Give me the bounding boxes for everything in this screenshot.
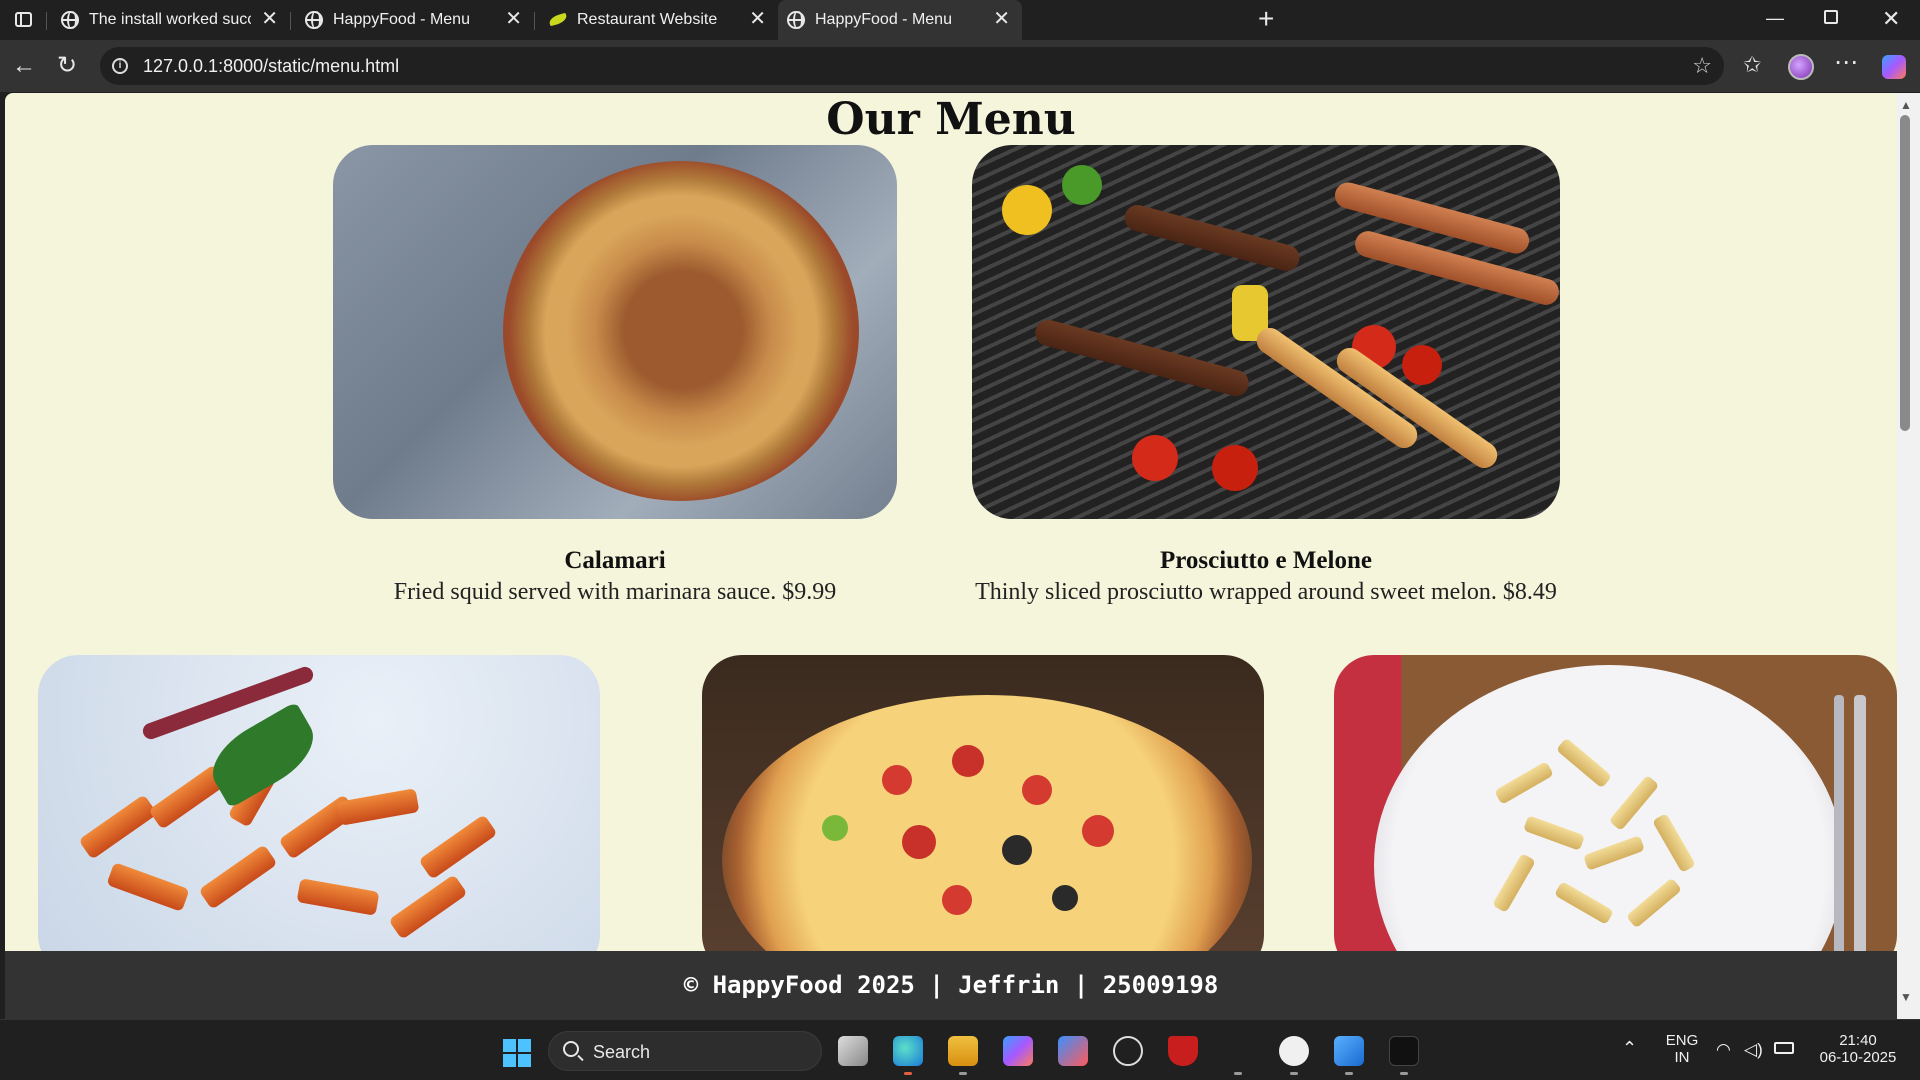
dell-icon[interactable] — [1113, 1036, 1143, 1066]
new-tab-button[interactable]: + — [1258, 4, 1274, 34]
menu-item-name: Calamari — [564, 547, 666, 574]
tab-actions-icon[interactable] — [12, 9, 36, 31]
menu-item-image-3 — [38, 655, 600, 951]
page-footer: © HappyFood 2025 | Jeffrin | 25009198 — [5, 951, 1897, 1019]
close-icon[interactable]: ✕ — [749, 8, 766, 30]
address-bar[interactable]: i 127.0.0.1:8000/static/menu.html ☆ — [100, 47, 1724, 85]
search-icon — [563, 1041, 579, 1057]
mcafee-icon[interactable] — [1168, 1036, 1198, 1066]
navigation-bar: ← ↻ i 127.0.0.1:8000/static/menu.html ☆ … — [0, 40, 1920, 92]
menu-item-description: Fried squid served with marinara sauce. … — [393, 579, 837, 605]
clock-date: 06-10-2025 — [1819, 1049, 1897, 1066]
app-indicator — [1290, 1072, 1298, 1075]
refresh-icon[interactable]: ↻ — [57, 53, 77, 79]
app-indicator — [959, 1072, 967, 1075]
show-hidden-icons-chevron-icon[interactable]: ⌃ — [1622, 1038, 1637, 1059]
volume-icon[interactable]: ◁) — [1744, 1040, 1763, 1060]
windows-start-icon[interactable] — [503, 1039, 531, 1067]
task-view-icon[interactable] — [838, 1036, 868, 1066]
globe-icon — [305, 11, 323, 29]
tab-bar: The install worked successfully! C ✕ Hap… — [0, 0, 1920, 40]
close-window-button[interactable]: ✕ — [1882, 6, 1900, 32]
vscode-icon[interactable] — [1334, 1036, 1364, 1066]
tab-title: The install worked successfully! C — [89, 11, 251, 28]
wifi-icon[interactable]: ◠ — [1716, 1040, 1731, 1060]
restore-button[interactable] — [1824, 10, 1838, 24]
language-indicator[interactable]: ENG IN — [1662, 1032, 1702, 1066]
page-title: Our Menu — [826, 94, 1076, 145]
language-top: ENG — [1665, 1032, 1699, 1049]
site-info-icon[interactable]: i — [112, 58, 128, 74]
clock-time: 21:40 — [1839, 1032, 1877, 1049]
globe-icon — [61, 11, 79, 29]
menu-item-image-1 — [333, 145, 897, 519]
page-viewport: Our Menu Calamari Fried squid served wit… — [5, 93, 1897, 951]
globe-icon — [787, 11, 805, 29]
microsoft-store-icon[interactable] — [1058, 1036, 1088, 1066]
close-icon[interactable]: ✕ — [505, 8, 522, 30]
app-indicator — [1400, 1072, 1408, 1075]
app-indicator — [1234, 1072, 1242, 1075]
tab-separator — [290, 12, 291, 30]
favorites-icon[interactable]: ✩ — [1743, 52, 1761, 78]
minimize-button[interactable]: — — [1766, 8, 1784, 29]
menu-item-image-5 — [1334, 655, 1897, 951]
battery-icon[interactable] — [1774, 1042, 1794, 1054]
tab-restaurant-website[interactable]: Restaurant Website ✕ — [540, 0, 778, 40]
edge-icon[interactable] — [893, 1036, 923, 1066]
copilot-app-icon[interactable] — [1003, 1036, 1033, 1066]
terminal-app-icon[interactable] — [1389, 1036, 1419, 1066]
clock[interactable]: 21:40 06-10-2025 — [1808, 1032, 1908, 1066]
close-icon[interactable]: ✕ — [993, 8, 1010, 30]
tab-separator — [46, 12, 47, 30]
more-options-icon[interactable]: ⋯ — [1834, 48, 1858, 77]
close-icon[interactable]: ✕ — [261, 8, 278, 30]
app-indicator — [1345, 1072, 1353, 1075]
tab-title: HappyFood - Menu — [815, 11, 952, 28]
search-label: Search — [593, 1042, 651, 1062]
scrollbar-thumb[interactable] — [1900, 115, 1910, 431]
profile-avatar[interactable] — [1788, 54, 1814, 80]
menu-item-image-4 — [702, 655, 1264, 951]
taskbar-search[interactable]: Search — [548, 1031, 822, 1071]
language-bottom: IN — [1674, 1049, 1690, 1066]
github-icon[interactable] — [1279, 1036, 1309, 1066]
tab-separator — [534, 12, 535, 30]
active-app-indicator — [904, 1072, 912, 1075]
copilot-icon[interactable] — [1882, 55, 1906, 79]
menu-item-description: Thinly sliced prosciutto wrapped around … — [975, 579, 1557, 605]
tab-title: Restaurant Website — [577, 11, 718, 28]
tab-django-install[interactable]: The install worked successfully! C ✕ — [52, 0, 290, 40]
leaf-icon — [548, 12, 568, 27]
tab-happyfood-menu-active[interactable]: HappyFood - Menu ✕ — [778, 0, 1022, 40]
back-icon[interactable]: ← — [12, 53, 36, 79]
menu-item-image-2 — [972, 145, 1560, 519]
tab-happyfood-menu[interactable]: HappyFood - Menu ✕ — [296, 0, 534, 40]
taskbar: Search ⌃ ENG IN ◠ ◁) 21:40 06-10-2025 — [0, 1019, 1920, 1080]
file-explorer-icon[interactable] — [948, 1036, 978, 1066]
favorite-star-icon[interactable]: ☆ — [1692, 53, 1712, 79]
scroll-down-icon[interactable]: ▼ — [1900, 990, 1912, 1004]
scroll-up-icon[interactable]: ▲ — [1900, 98, 1912, 112]
menu-item-name: Prosciutto e Melone — [1160, 547, 1372, 574]
tab-title: HappyFood - Menu — [333, 11, 470, 28]
url-text[interactable]: 127.0.0.1:8000/static/menu.html — [143, 56, 399, 77]
